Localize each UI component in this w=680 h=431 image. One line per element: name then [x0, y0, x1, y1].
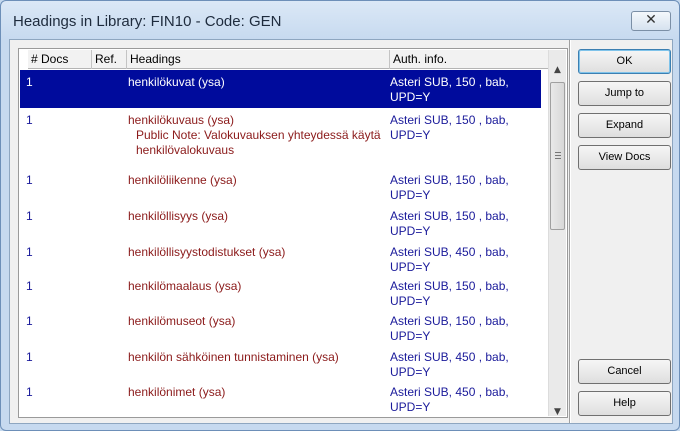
panel-divider — [569, 40, 571, 423]
row-auth-info: Asteri SUB, 150 , bab, UPD=Y — [390, 279, 509, 308]
row-docs-count: 1 — [26, 314, 33, 328]
grip-line — [555, 158, 561, 159]
scroll-down-icon[interactable]: ▼ — [549, 404, 566, 421]
table-row[interactable]: 1 henkilömuseot (ysa) Asteri SUB, 150 , … — [20, 309, 541, 345]
help-button[interactable]: Help — [578, 391, 671, 416]
row-auth-info: Asteri SUB, 150 , bab, UPD=Y — [390, 113, 509, 142]
row-docs-count: 1 — [26, 113, 33, 127]
row-docs-count: 1 — [26, 173, 33, 187]
row-heading: henkilökuvaus (ysa) — [128, 113, 235, 127]
table-row[interactable]: 1 henkilöllisyys (ysa) Asteri SUB, 150 ,… — [20, 204, 541, 240]
scroll-up-icon[interactable]: ▲ — [549, 62, 566, 79]
row-auth-info: Asteri SUB, 150 , bab, UPD=Y — [390, 75, 509, 104]
close-button[interactable]: ✕ — [631, 11, 671, 31]
jump-to-button[interactable]: Jump to — [578, 81, 671, 106]
row-heading: henkilömaalaus (ysa) — [128, 279, 242, 293]
row-docs-count: 1 — [26, 209, 33, 223]
row-heading: henkilöliikenne (ysa) — [128, 173, 237, 187]
row-auth-info: Asteri SUB, 450 , bab, UPD=Y — [390, 350, 509, 379]
table-row[interactable]: 1 henkilöllisyystodistukset (ysa) Asteri… — [20, 240, 541, 274]
table-row[interactable]: 1 henkilönimet (ysa) Asteri SUB, 450 , b… — [20, 380, 541, 416]
row-heading: henkilön sähköinen tunnistaminen (ysa) — [128, 350, 339, 364]
view-docs-button[interactable]: View Docs — [578, 145, 671, 170]
headings-list[interactable]: # Docs Ref. Headings Auth. info. 1 henki… — [18, 48, 568, 418]
table-row[interactable]: 1 henkilön sähköinen tunnistaminen (ysa)… — [20, 345, 541, 380]
column-header-auth-info[interactable]: Auth. info. — [390, 50, 550, 69]
row-heading-block: henkilökuvaus (ysa) Public Note: Valokuv… — [128, 113, 383, 158]
cancel-button[interactable]: Cancel — [578, 359, 671, 384]
expand-button[interactable]: Expand — [578, 113, 671, 138]
row-public-note: Public Note: Valokuvauksen yhteydessä kä… — [136, 128, 381, 157]
table-row[interactable]: 1 henkilökuvat (ysa) Asteri SUB, 150 , b… — [20, 70, 541, 108]
row-docs-count: 1 — [26, 385, 33, 399]
table-row[interactable]: 1 henkilöliikenne (ysa) Asteri SUB, 150 … — [20, 168, 541, 204]
column-header-ref[interactable]: Ref. — [92, 50, 127, 69]
row-auth-info: Asteri SUB, 150 , bab, UPD=Y — [390, 209, 509, 238]
row-auth-info: Asteri SUB, 450 , bab, UPD=Y — [390, 385, 509, 414]
row-docs-count: 1 — [26, 245, 33, 259]
row-heading: henkilökuvat (ysa) — [128, 75, 225, 89]
row-auth-info: Asteri SUB, 150 , bab, UPD=Y — [390, 314, 509, 343]
column-header-docs[interactable]: # Docs — [28, 50, 92, 69]
grip-line — [555, 155, 561, 156]
table-row[interactable]: 1 henkilökuvaus (ysa) Public Note: Valok… — [20, 108, 541, 168]
scroll-thumb[interactable] — [550, 82, 565, 230]
row-docs-count: 1 — [26, 279, 33, 293]
list-header: # Docs Ref. Headings Auth. info. — [28, 50, 550, 69]
vertical-scrollbar[interactable]: ▲ ▼ — [548, 50, 566, 417]
row-heading: henkilönimet (ysa) — [128, 385, 226, 399]
title-bar: Headings in Library: FIN10 - Code: GEN ✕ — [1, 1, 679, 41]
grip-line — [555, 152, 561, 153]
row-auth-info: Asteri SUB, 150 , bab, UPD=Y — [390, 173, 509, 202]
headings-list-viewport: # Docs Ref. Headings Auth. info. 1 henki… — [20, 50, 557, 416]
window-title: Headings in Library: FIN10 - Code: GEN — [13, 13, 282, 30]
close-icon: ✕ — [645, 12, 657, 28]
column-header-headings[interactable]: Headings — [127, 50, 390, 69]
row-heading: henkilömuseot (ysa) — [128, 314, 236, 328]
row-docs-count: 1 — [26, 75, 33, 89]
row-heading: henkilöllisyys (ysa) — [128, 209, 229, 223]
dialog-client-area: # Docs Ref. Headings Auth. info. 1 henki… — [9, 39, 673, 424]
row-heading: henkilöllisyystodistukset (ysa) — [128, 245, 286, 259]
dialog-window: Headings in Library: FIN10 - Code: GEN ✕… — [0, 0, 680, 431]
row-auth-info: Asteri SUB, 450 , bab, UPD=Y — [390, 245, 509, 274]
table-row[interactable]: 1 henkilömaalaus (ysa) Asteri SUB, 150 ,… — [20, 274, 541, 309]
ok-button[interactable]: OK — [578, 49, 671, 74]
row-docs-count: 1 — [26, 350, 33, 364]
